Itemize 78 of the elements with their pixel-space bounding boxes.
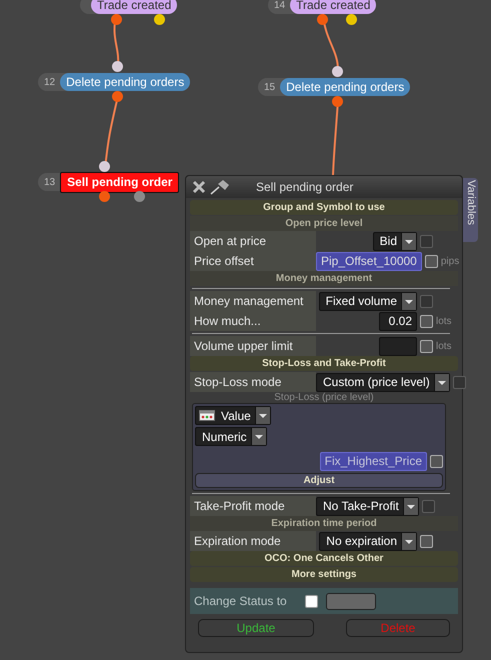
dropdown[interactable]: Fixed volume	[318, 292, 417, 310]
output-port-icon[interactable]	[332, 96, 343, 107]
card-icon	[199, 410, 215, 421]
checkbox[interactable]	[420, 294, 433, 308]
dropdown[interactable]: No Take-Profit	[316, 496, 419, 516]
dropdown[interactable]: No expiration	[319, 532, 417, 550]
output-port-icon[interactable]	[111, 14, 122, 25]
checkbox[interactable]	[422, 500, 435, 512]
output-port-icon[interactable]	[154, 14, 165, 25]
caret-icon	[401, 532, 416, 550]
node-label: Delete pending orders	[60, 73, 190, 91]
section-subheader: Money management	[190, 271, 458, 286]
status-label: Change Status to	[194, 594, 287, 608]
dropdown[interactable]: Custom (price level)	[316, 372, 450, 392]
update-button[interactable]: Update	[198, 619, 314, 637]
field-label: Volume upper limit	[190, 336, 316, 356]
node-number: 13	[43, 176, 56, 188]
input-port-icon[interactable]	[332, 66, 343, 77]
flow-node[interactable]: 12 Delete pending orders	[38, 73, 190, 91]
output-port-icon[interactable]	[112, 91, 123, 102]
caret-icon	[401, 292, 416, 310]
field-label: How much...	[190, 311, 316, 331]
field-label: Money management	[190, 291, 316, 311]
node-number: 12	[43, 76, 56, 88]
node-label: Sell pending order	[60, 172, 180, 192]
group-caption: Stop-Loss (price level)	[273, 392, 375, 403]
field-label: Take-Profit mode	[190, 496, 316, 516]
field-label: Expiration mode	[190, 531, 316, 551]
checkbox[interactable]	[420, 340, 433, 352]
node-label: Trade created	[290, 0, 376, 14]
variables-tab[interactable]: Variables	[463, 178, 478, 242]
section-header[interactable]: OCO: One Cancels Other	[190, 551, 458, 566]
checkbox[interactable]	[304, 594, 318, 608]
unit-label: pips	[440, 256, 460, 266]
dropdown[interactable]: Value	[195, 406, 271, 425]
input-field[interactable]: Pip_Offset_10000	[316, 252, 422, 270]
output-port-icon[interactable]	[346, 14, 357, 25]
caret-icon	[250, 428, 266, 445]
checkbox[interactable]	[420, 314, 433, 328]
node-number: 15	[263, 82, 276, 92]
panel-title: Sell pending order	[256, 180, 354, 194]
flow-node[interactable]: 15 Delete pending orders	[258, 78, 410, 96]
output-port-icon[interactable]	[99, 191, 110, 202]
output-port-icon[interactable]	[317, 14, 328, 25]
checkbox[interactable]	[420, 234, 433, 248]
field-label: Open at price	[190, 231, 316, 251]
caret-icon	[402, 498, 418, 514]
dropdown[interactable]: Bid	[372, 232, 417, 250]
checkbox[interactable]	[420, 534, 433, 548]
adjust-button[interactable]: Adjust	[195, 473, 443, 488]
section-header[interactable]: Stop-Loss and Take-Profit	[190, 356, 458, 371]
node-label: Delete pending orders	[280, 78, 410, 96]
section-header[interactable]: Group and Symbol to use	[190, 200, 458, 215]
caret-icon	[401, 232, 416, 250]
field-label: Stop-Loss mode	[190, 372, 316, 392]
section-subheader: Expiration time period	[190, 516, 458, 531]
color-field[interactable]	[326, 592, 376, 610]
node-number: 14	[273, 0, 286, 10]
caret-icon	[434, 374, 449, 390]
checkbox[interactable]	[424, 254, 438, 268]
caret-icon	[254, 407, 270, 424]
input-port-icon[interactable]	[99, 161, 110, 172]
input-field[interactable]	[379, 336, 417, 356]
field-label: Price offset	[190, 251, 316, 271]
unit-label: lots	[436, 340, 453, 352]
dropdown[interactable]: Numeric	[195, 427, 267, 446]
unit-label: lots	[436, 316, 453, 326]
close-icon[interactable]	[192, 180, 206, 194]
section-header[interactable]: More settings	[190, 567, 458, 582]
flow-node[interactable]: 13 Sell pending order	[38, 173, 180, 191]
input-field[interactable]: Fix_Highest_Price	[320, 452, 427, 471]
output-port-icon[interactable]	[134, 191, 145, 202]
flow-node[interactable]: 14 Trade created	[268, 0, 376, 14]
input-field[interactable]: 0.02	[379, 312, 417, 330]
checkbox[interactable]	[430, 455, 443, 468]
checkbox[interactable]	[452, 376, 466, 388]
section-subheader: Open price level	[190, 216, 458, 231]
input-port-icon[interactable]	[112, 61, 123, 72]
